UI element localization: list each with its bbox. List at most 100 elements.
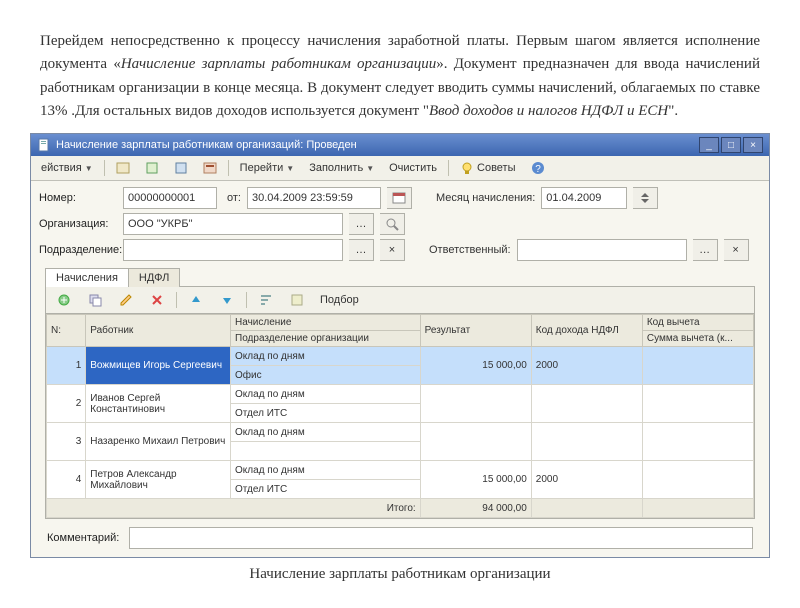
grid-delete-button[interactable]	[143, 289, 171, 311]
toolbar-icon-1[interactable]	[110, 158, 136, 178]
cell-num: 1	[47, 347, 86, 385]
grid-copy-button[interactable]	[81, 289, 109, 311]
app-window: Начисление зарплаты работникам организац…	[30, 133, 770, 558]
col-worker[interactable]: Работник	[86, 315, 231, 347]
cell-num: 4	[47, 461, 86, 499]
document-icon	[37, 138, 51, 152]
cell-dept[interactable]	[231, 442, 421, 461]
month-spinner[interactable]	[633, 187, 658, 209]
col-dedsum[interactable]: Сумма вычета (к...	[642, 331, 753, 347]
cell-result[interactable]: 15 000,00	[420, 347, 531, 385]
cell-dept[interactable]: Отдел ИТС	[231, 404, 421, 423]
help-button[interactable]: ?	[525, 158, 551, 178]
month-label: Месяц начисления:	[436, 192, 535, 204]
cell-worker[interactable]: Вожмищев Игорь Сергеевич	[86, 347, 231, 385]
grid-settings-button[interactable]	[283, 289, 311, 311]
cell-dedcode[interactable]	[642, 347, 753, 385]
form-area: Номер: 00000000001 от: 30.04.2009 23:59:…	[31, 181, 769, 557]
grid-movedown-button[interactable]	[213, 289, 241, 311]
doc-text-italic: Ввод доходов и налогов НДФЛ и ЕСН	[429, 103, 668, 119]
cell-ndfl[interactable]	[531, 385, 642, 423]
grid-add-button[interactable]	[50, 289, 78, 311]
cell-result[interactable]	[420, 385, 531, 423]
cell-worker[interactable]: Назаренко Михаил Петрович	[86, 423, 231, 461]
svg-text:?: ?	[535, 164, 541, 175]
tabs: Начисления НДФЛ	[45, 267, 761, 286]
table-row[interactable]: 1Вожмищев Игорь СергеевичОклад по дням15…	[47, 347, 754, 366]
actions-menu[interactable]: ействия▼	[35, 159, 99, 177]
cell-calc[interactable]: Оклад по дням	[231, 423, 421, 442]
cell-result[interactable]: 15 000,00	[420, 461, 531, 499]
col-result[interactable]: Результат	[420, 315, 531, 347]
cell-dept[interactable]: Офис	[231, 366, 421, 385]
grid-select-button[interactable]: Подбор	[314, 291, 365, 309]
doc-text-italic: Начисление зарплаты работникам организац…	[121, 56, 436, 72]
up-icon	[189, 293, 203, 307]
clear-button[interactable]: Очистить	[383, 159, 443, 177]
col-calc[interactable]: Начисление	[231, 315, 421, 331]
toolbar-icon-2[interactable]	[139, 158, 165, 178]
help-icon: ?	[531, 161, 545, 175]
edit-icon	[119, 293, 133, 307]
month-input[interactable]: 01.04.2009	[541, 187, 627, 209]
window-title: Начисление зарплаты работникам организац…	[56, 139, 357, 151]
dept-input[interactable]	[123, 239, 343, 261]
dept-select-button[interactable]: …	[349, 239, 374, 261]
number-input[interactable]: 00000000001	[123, 187, 217, 209]
date-picker-button[interactable]	[387, 187, 412, 209]
grid-toolbar: Подбор	[45, 286, 755, 313]
doc-text: ".	[668, 103, 678, 119]
cell-calc[interactable]: Оклад по дням	[231, 461, 421, 480]
dept-clear-button[interactable]: ×	[380, 239, 405, 261]
grid-moveup-button[interactable]	[182, 289, 210, 311]
down-icon	[220, 293, 234, 307]
date-input[interactable]: 30.04.2009 23:59:59	[247, 187, 381, 209]
tab-accruals[interactable]: Начисления	[45, 268, 129, 287]
cell-dedcode[interactable]	[642, 461, 753, 499]
cell-dept[interactable]: Отдел ИТС	[231, 480, 421, 499]
resp-clear-button[interactable]: ×	[724, 239, 749, 261]
fill-menu[interactable]: Заполнить▼	[303, 159, 380, 177]
toolbar-icon-3[interactable]	[168, 158, 194, 178]
col-num[interactable]: N:	[47, 315, 86, 347]
grid-edit-button[interactable]	[112, 289, 140, 311]
from-label: от:	[227, 192, 241, 204]
copy-icon	[88, 293, 102, 307]
minimize-button[interactable]: _	[699, 137, 719, 153]
cell-dedcode[interactable]	[642, 385, 753, 423]
maximize-button[interactable]: □	[721, 137, 741, 153]
col-dept[interactable]: Подразделение организации	[231, 331, 421, 347]
cell-ndfl[interactable]	[531, 423, 642, 461]
grid-sort-button[interactable]	[252, 289, 280, 311]
table-row[interactable]: 3Назаренко Михаил ПетровичОклад по дням	[47, 423, 754, 442]
table-row[interactable]: 2Иванов Сергей КонстантиновичОклад по дн…	[47, 385, 754, 404]
comment-label: Комментарий:	[47, 532, 125, 544]
document-paragraph: Перейдем непосредственно к процессу начи…	[0, 0, 800, 133]
cell-ndfl[interactable]: 2000	[531, 347, 642, 385]
go-menu[interactable]: Перейти▼	[234, 159, 301, 177]
cell-calc[interactable]: Оклад по дням	[231, 347, 421, 366]
add-icon	[57, 293, 71, 307]
col-dedcode[interactable]: Код вычета	[642, 315, 753, 331]
close-button[interactable]: ×	[743, 137, 763, 153]
bulb-icon	[460, 161, 474, 175]
tips-button[interactable]: Советы	[454, 158, 521, 178]
col-ndfl[interactable]: Код дохода НДФЛ	[531, 315, 642, 347]
cell-worker[interactable]: Петров Александр Михайлович	[86, 461, 231, 499]
comment-input[interactable]	[129, 527, 753, 549]
org-select-button[interactable]: …	[349, 213, 374, 235]
org-input[interactable]: ООО "УКРБ"	[123, 213, 343, 235]
resp-input[interactable]	[517, 239, 687, 261]
toolbar-icon-4[interactable]	[197, 158, 223, 178]
spinner-icon	[638, 191, 652, 205]
tab-ndfl[interactable]: НДФЛ	[128, 268, 180, 287]
cell-dedcode[interactable]	[642, 423, 753, 461]
toolbar: ействия▼ Перейти▼ Заполнить▼ Очистить Со…	[31, 156, 769, 181]
cell-ndfl[interactable]: 2000	[531, 461, 642, 499]
resp-select-button[interactable]: …	[693, 239, 718, 261]
cell-result[interactable]	[420, 423, 531, 461]
cell-calc[interactable]: Оклад по дням	[231, 385, 421, 404]
cell-worker[interactable]: Иванов Сергей Константинович	[86, 385, 231, 423]
org-open-button[interactable]	[380, 213, 405, 235]
table-row[interactable]: 4Петров Александр МихайловичОклад по дня…	[47, 461, 754, 480]
